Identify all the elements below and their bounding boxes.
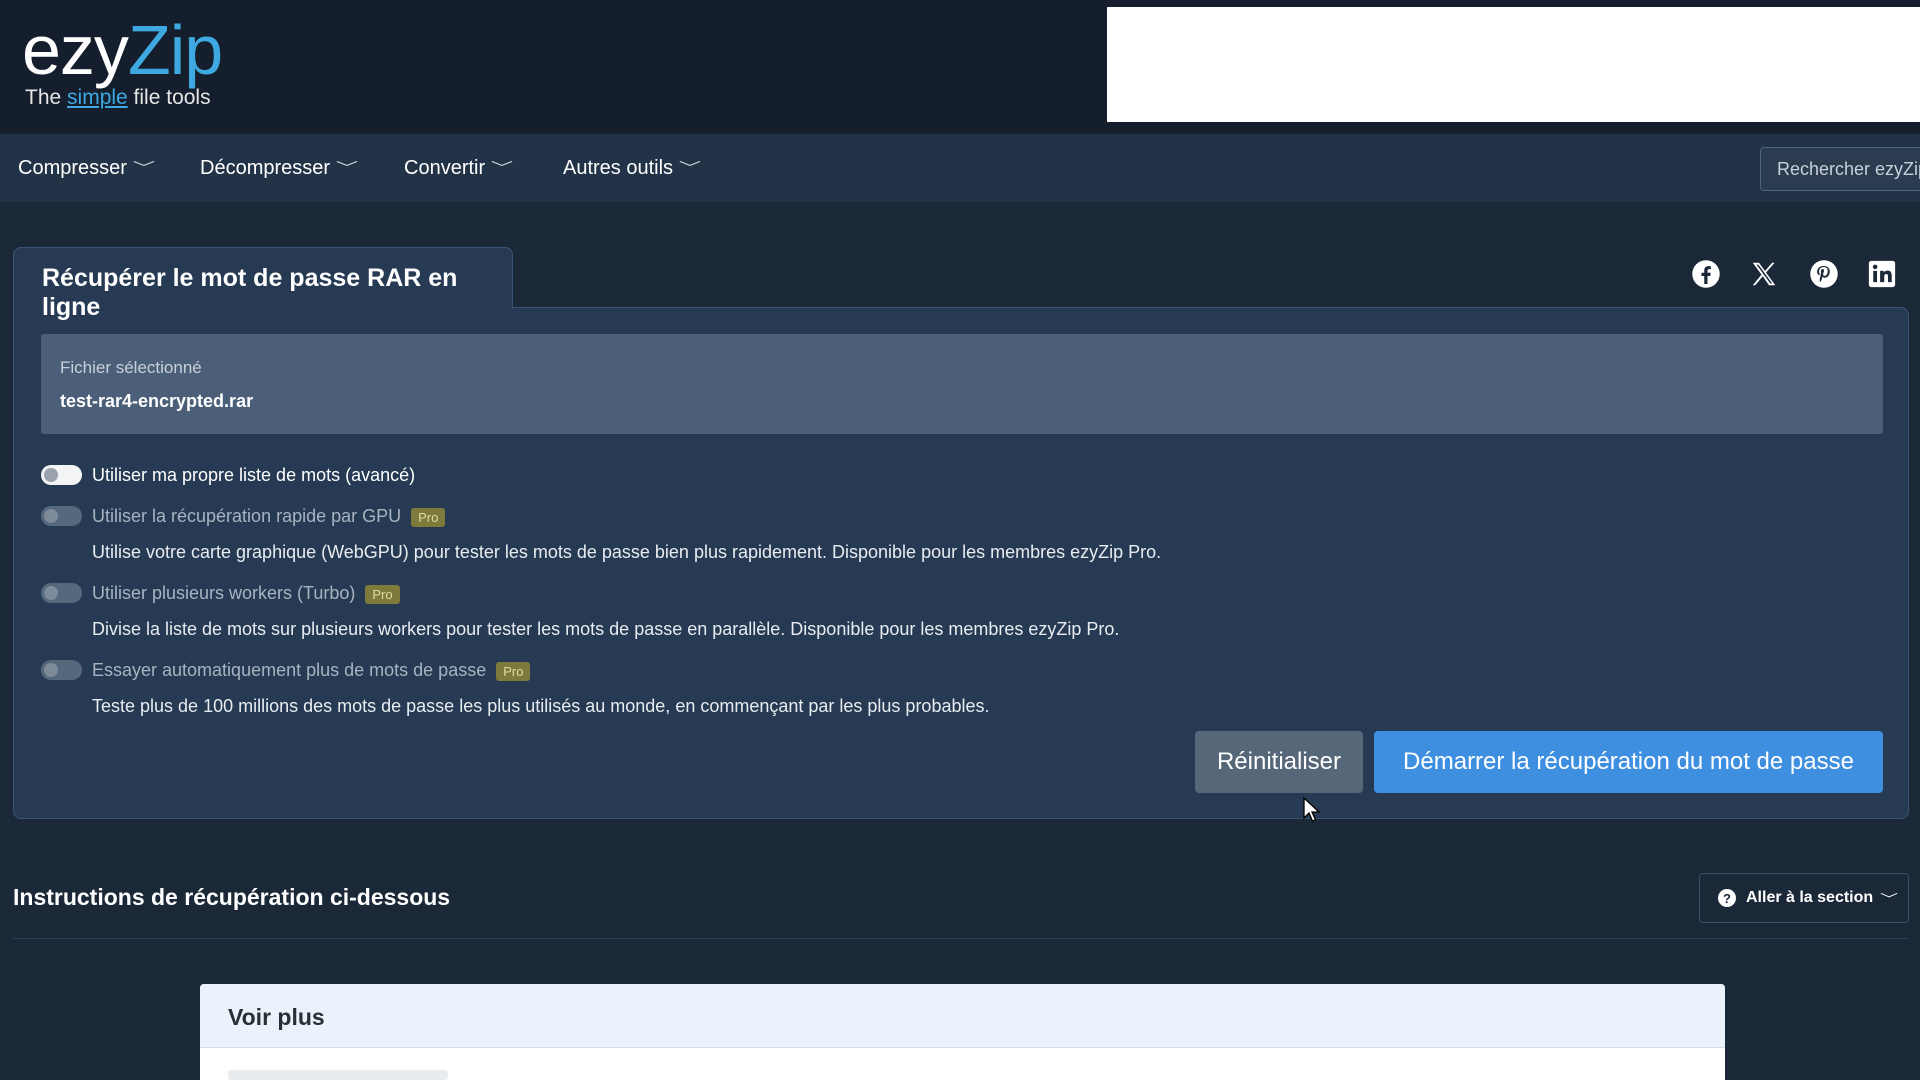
x-icon: [1752, 262, 1776, 286]
x-share-button[interactable]: [1742, 252, 1786, 296]
nav-decompresser[interactable]: Décompresser ﹀: [200, 134, 358, 202]
toggle-knob: [44, 468, 58, 482]
file-label: Fichier sélectionné: [60, 358, 202, 377]
card-header: Voir plus: [200, 984, 1725, 1048]
pro-badge: Pro: [411, 507, 446, 527]
turbo-workers-toggle[interactable]: [41, 583, 82, 603]
ad-banner: [1107, 7, 1920, 122]
turbo-workers-label: Utiliser plusieurs workers (Turbo) Pro: [92, 583, 400, 604]
facebook-icon: [1692, 260, 1720, 288]
pinterest-share-button[interactable]: [1802, 252, 1846, 296]
linkedin-share-button[interactable]: [1860, 252, 1904, 296]
reset-button[interactable]: Réinitialiser: [1195, 731, 1363, 793]
chevron-down-icon: ﹀: [335, 160, 359, 176]
nav-convertir[interactable]: Convertir ﹀: [404, 134, 513, 202]
see-more-card: Voir plus: [200, 984, 1725, 1080]
auto-passwords-label: Essayer automatiquement plus de mots de …: [92, 660, 531, 681]
selected-file-box: Fichier sélectionné test-rar4-encrypted.…: [41, 334, 1883, 434]
toggle-knob: [44, 586, 58, 600]
chevron-down-icon: ﹀: [1880, 891, 1899, 906]
custom-wordlist-toggle[interactable]: [41, 465, 82, 485]
auto-passwords-description: Teste plus de 100 millions des mots de p…: [92, 696, 990, 716]
nav-compresser[interactable]: Compresser ﹀: [18, 134, 155, 202]
goto-section-dropdown[interactable]: ? Aller à la section ﹀: [1699, 873, 1909, 923]
gpu-recovery-label: Utiliser la récupération rapide par GPU P…: [92, 506, 446, 527]
nav-autres-outils[interactable]: Autres outils ﹀: [563, 134, 701, 202]
auto-passwords-toggle[interactable]: [41, 660, 82, 680]
chevron-down-icon: ﹀: [678, 160, 702, 176]
toggle-knob: [44, 509, 58, 523]
section-divider: [13, 938, 1909, 939]
header-bar: ezyZip The simple file tools: [0, 0, 1920, 134]
main-nav: Compresser ﹀ Décompresser ﹀ Convertir ﹀ Aut…: [0, 134, 1920, 202]
pro-badge: Pro: [365, 584, 400, 604]
page-title: Récupérer le mot de passe RAR en ligne: [42, 264, 458, 321]
toggle-knob: [44, 663, 58, 677]
file-name: test-rar4-encrypted.rar: [60, 391, 254, 411]
logo-wordmark: ezyZip: [22, 11, 223, 89]
help-icon: ?: [1718, 889, 1736, 907]
gpu-recovery-description: Utilise votre carte graphique (WebGPU) p…: [92, 542, 1162, 562]
instructions-heading: Instructions de récupération ci-dessous: [13, 884, 451, 910]
chevron-down-icon: ﹀: [490, 160, 514, 176]
linkedin-icon: [1868, 260, 1896, 288]
card-title: Voir plus: [228, 1004, 325, 1030]
tool-tab: Récupérer le mot de passe RAR en ligne: [13, 247, 513, 321]
facebook-share-button[interactable]: [1684, 252, 1728, 296]
logo-tagline: The simple file tools: [25, 86, 211, 109]
turbo-workers-description: Divise la liste de mots sur plusieurs wo…: [92, 619, 1120, 639]
card-first-item[interactable]: [228, 1070, 448, 1080]
search-input[interactable]: [1760, 147, 1920, 191]
chevron-down-icon: ﹀: [132, 160, 156, 176]
start-recovery-button[interactable]: Démarrer la récupération du mot de passe: [1374, 731, 1883, 793]
tool-panel: Fichier sélectionné test-rar4-encrypted.…: [13, 307, 1909, 819]
gpu-recovery-toggle[interactable]: [41, 506, 82, 526]
custom-wordlist-label: Utiliser ma propre liste de mots (avancé…: [92, 465, 416, 485]
pro-badge: Pro: [496, 661, 531, 681]
ezyzip-logo[interactable]: ezyZip The simple file tools: [22, 11, 223, 110]
pinterest-icon: [1810, 260, 1838, 288]
mouse-cursor-icon: [1303, 797, 1321, 822]
